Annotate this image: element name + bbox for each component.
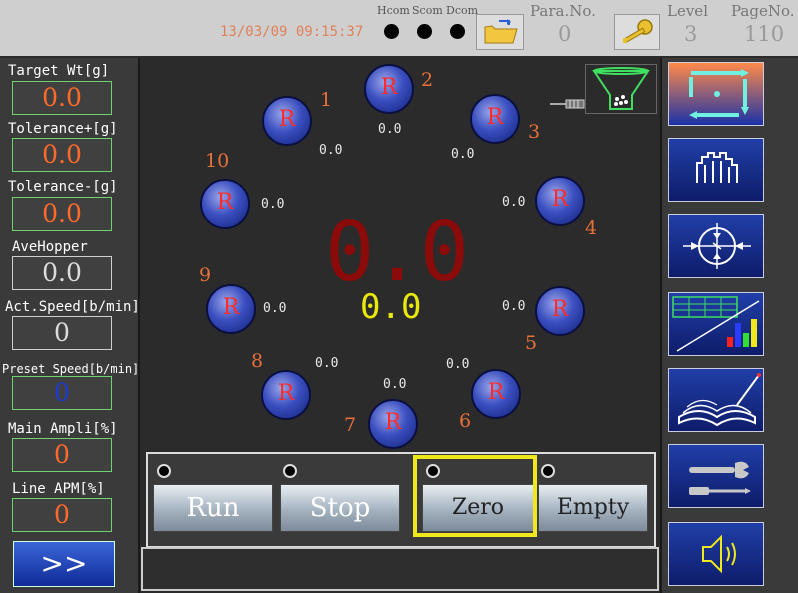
auto-cycle-button[interactable] — [668, 62, 764, 126]
empty-indicator — [541, 464, 555, 478]
manual-book-icon — [678, 373, 761, 427]
ave-hopper-value: 0.0 — [12, 256, 112, 290]
hopper-9[interactable]: R — [206, 284, 256, 334]
hopper-8-weight: 0.0 — [315, 356, 339, 371]
hopper-9-weight: 0.0 — [263, 301, 287, 316]
secondary-weight-display: 0.0 — [360, 287, 422, 327]
tolerance-minus-field[interactable]: 0.0 — [12, 197, 112, 231]
hopper-2-weight: 0.0 — [378, 122, 402, 137]
collecting-funnel — [585, 64, 657, 114]
hopper-1-weight: 0.0 — [319, 143, 343, 158]
tolerance-minus-label: Tolerance-[g] — [8, 179, 118, 195]
hopper-5-number: 5 — [525, 332, 538, 354]
hopper-9-number: 9 — [199, 264, 212, 286]
top-bar: 13/03/09 09:15:37 Hcom Scom Dcom Para.No… — [0, 0, 798, 56]
hopper-6[interactable]: R — [471, 369, 521, 419]
hopper-settings-button[interactable] — [668, 138, 764, 202]
main-ampli-field[interactable]: 0 — [12, 438, 112, 472]
tolerance-plus-label: Tolerance+[g] — [8, 121, 118, 137]
page-no-value: 110 — [744, 22, 785, 46]
folder-icon — [484, 19, 518, 44]
dcom-indicator — [450, 24, 465, 39]
sensor-icon — [550, 99, 585, 109]
hopper-10-number: 10 — [205, 150, 230, 172]
line-apm-field[interactable]: 0 — [12, 498, 112, 532]
hopper-10[interactable]: R — [200, 179, 250, 229]
run-indicator — [157, 464, 171, 478]
combination-weight-display: 0.0 — [325, 205, 469, 300]
login-key-button[interactable] — [614, 14, 660, 50]
right-menu-panel — [660, 58, 798, 593]
hopper-8[interactable]: R — [261, 370, 311, 420]
act-speed-value: 0 — [12, 316, 112, 350]
stop-indicator — [283, 464, 297, 478]
zero-button-highlight — [413, 455, 537, 537]
scom-indicator — [417, 24, 432, 39]
run-button[interactable]: Run — [153, 484, 273, 532]
left-parameter-panel: Target Wt[g] 0.0 Tolerance+[g] 0.0 Toler… — [0, 58, 140, 593]
manual-button[interactable] — [668, 368, 764, 432]
preset-speed-field[interactable]: 0 — [12, 376, 112, 410]
para-no-value: 0 — [558, 22, 572, 46]
hopper-5[interactable]: R — [535, 286, 585, 336]
hopper-7[interactable]: R — [368, 399, 418, 449]
hopper-5-weight: 0.0 — [502, 299, 526, 314]
hopper-6-weight: 0.0 — [446, 357, 470, 372]
line-apm-label: Line APM[%] — [12, 481, 105, 497]
page-no-label: PageNo. — [731, 2, 795, 20]
hopper-2-number: 2 — [421, 69, 434, 91]
stop-button[interactable]: Stop — [280, 484, 400, 532]
hopper-10-weight: 0.0 — [261, 197, 285, 212]
sound-button[interactable] — [668, 522, 764, 586]
empty-button[interactable]: Empty — [538, 484, 648, 532]
next-page-button[interactable]: >> — [13, 541, 115, 587]
hopper-bars-icon — [696, 152, 738, 183]
hopper-7-number: 7 — [344, 414, 357, 436]
settings-tools-button[interactable] — [668, 444, 764, 508]
hopper-1[interactable]: R — [262, 96, 312, 146]
level-label: Level — [667, 2, 708, 20]
target-wt-field[interactable]: 0.0 — [12, 81, 112, 115]
scom-label: Scom — [412, 4, 443, 17]
statistics-button[interactable] — [668, 292, 764, 356]
target-wt-label: Target Wt[g] — [8, 63, 110, 79]
status-message-bar — [141, 547, 659, 591]
bar-chart-icon — [672, 296, 760, 352]
cycle-arrows-icon — [689, 69, 749, 119]
tools-icon — [689, 461, 751, 495]
hopper-3-number: 3 — [528, 121, 541, 143]
tolerance-plus-field[interactable]: 0.0 — [12, 138, 112, 172]
hopper-1-number: 1 — [320, 89, 333, 111]
hopper-8-number: 8 — [251, 350, 264, 372]
main-ampli-label: Main Ampli[%] — [8, 421, 118, 437]
calibration-button[interactable] — [668, 214, 764, 278]
hopper-7-weight: 0.0 — [383, 377, 407, 392]
hopper-4-number: 4 — [585, 217, 598, 239]
hopper-4[interactable]: R — [535, 176, 585, 226]
preset-speed-label: Preset Speed[b/min] — [2, 362, 140, 376]
para-no-label: Para.No. — [530, 2, 596, 20]
hopper-4-weight: 0.0 — [502, 195, 526, 210]
crosshair-calibration-icon — [683, 223, 751, 269]
level-value: 3 — [684, 22, 698, 46]
hopper-3[interactable]: R — [470, 94, 520, 144]
hopper-3-weight: 0.0 — [451, 147, 475, 162]
datetime-display: 13/03/09 09:15:37 — [220, 24, 364, 40]
key-icon — [622, 19, 653, 44]
speaker-icon — [702, 534, 736, 574]
hopper-2[interactable]: R — [364, 64, 414, 114]
folder-button[interactable] — [476, 14, 524, 50]
dcom-label: Dcom — [446, 4, 479, 17]
hcom-indicator — [384, 24, 399, 39]
funnel-icon — [592, 67, 650, 110]
ave-hopper-label: AveHopper — [12, 239, 88, 255]
hcom-label: Hcom — [377, 4, 410, 17]
hopper-6-number: 6 — [459, 410, 472, 432]
act-speed-label: Act.Speed[b/min] — [5, 299, 140, 315]
